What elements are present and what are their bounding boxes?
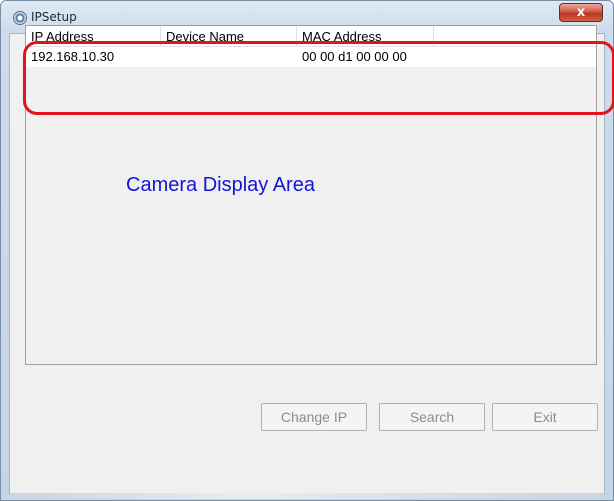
row-ip-address: 192.168.10.30 xyxy=(31,49,115,64)
table-row[interactable]: 192.168.10.30 00 00 d1 00 00 00 xyxy=(26,47,596,67)
row-device-name xyxy=(161,47,297,67)
exit-button[interactable]: Exit xyxy=(492,403,598,431)
search-button[interactable]: Search xyxy=(379,403,485,431)
app-icon xyxy=(13,11,27,25)
ipsetup-window: IPSetup x IP Address Device Name MAC Add… xyxy=(0,0,614,501)
close-button[interactable]: x xyxy=(559,3,603,22)
close-icon: x xyxy=(576,5,586,20)
column-empty xyxy=(434,26,596,46)
column-ip-address[interactable]: IP Address xyxy=(26,26,161,46)
column-device-name[interactable]: Device Name xyxy=(161,26,297,46)
device-list-header: IP Address Device Name MAC Address xyxy=(26,26,596,47)
change-ip-button[interactable]: Change IP xyxy=(261,403,367,431)
window-bottom-edge xyxy=(10,493,604,499)
window-title: IPSetup xyxy=(31,10,77,24)
row-mac-address: 00 00 d1 00 00 00 xyxy=(302,49,407,64)
camera-display-area-label: Camera Display Area xyxy=(126,174,315,196)
column-mac-address[interactable]: MAC Address xyxy=(297,26,434,46)
